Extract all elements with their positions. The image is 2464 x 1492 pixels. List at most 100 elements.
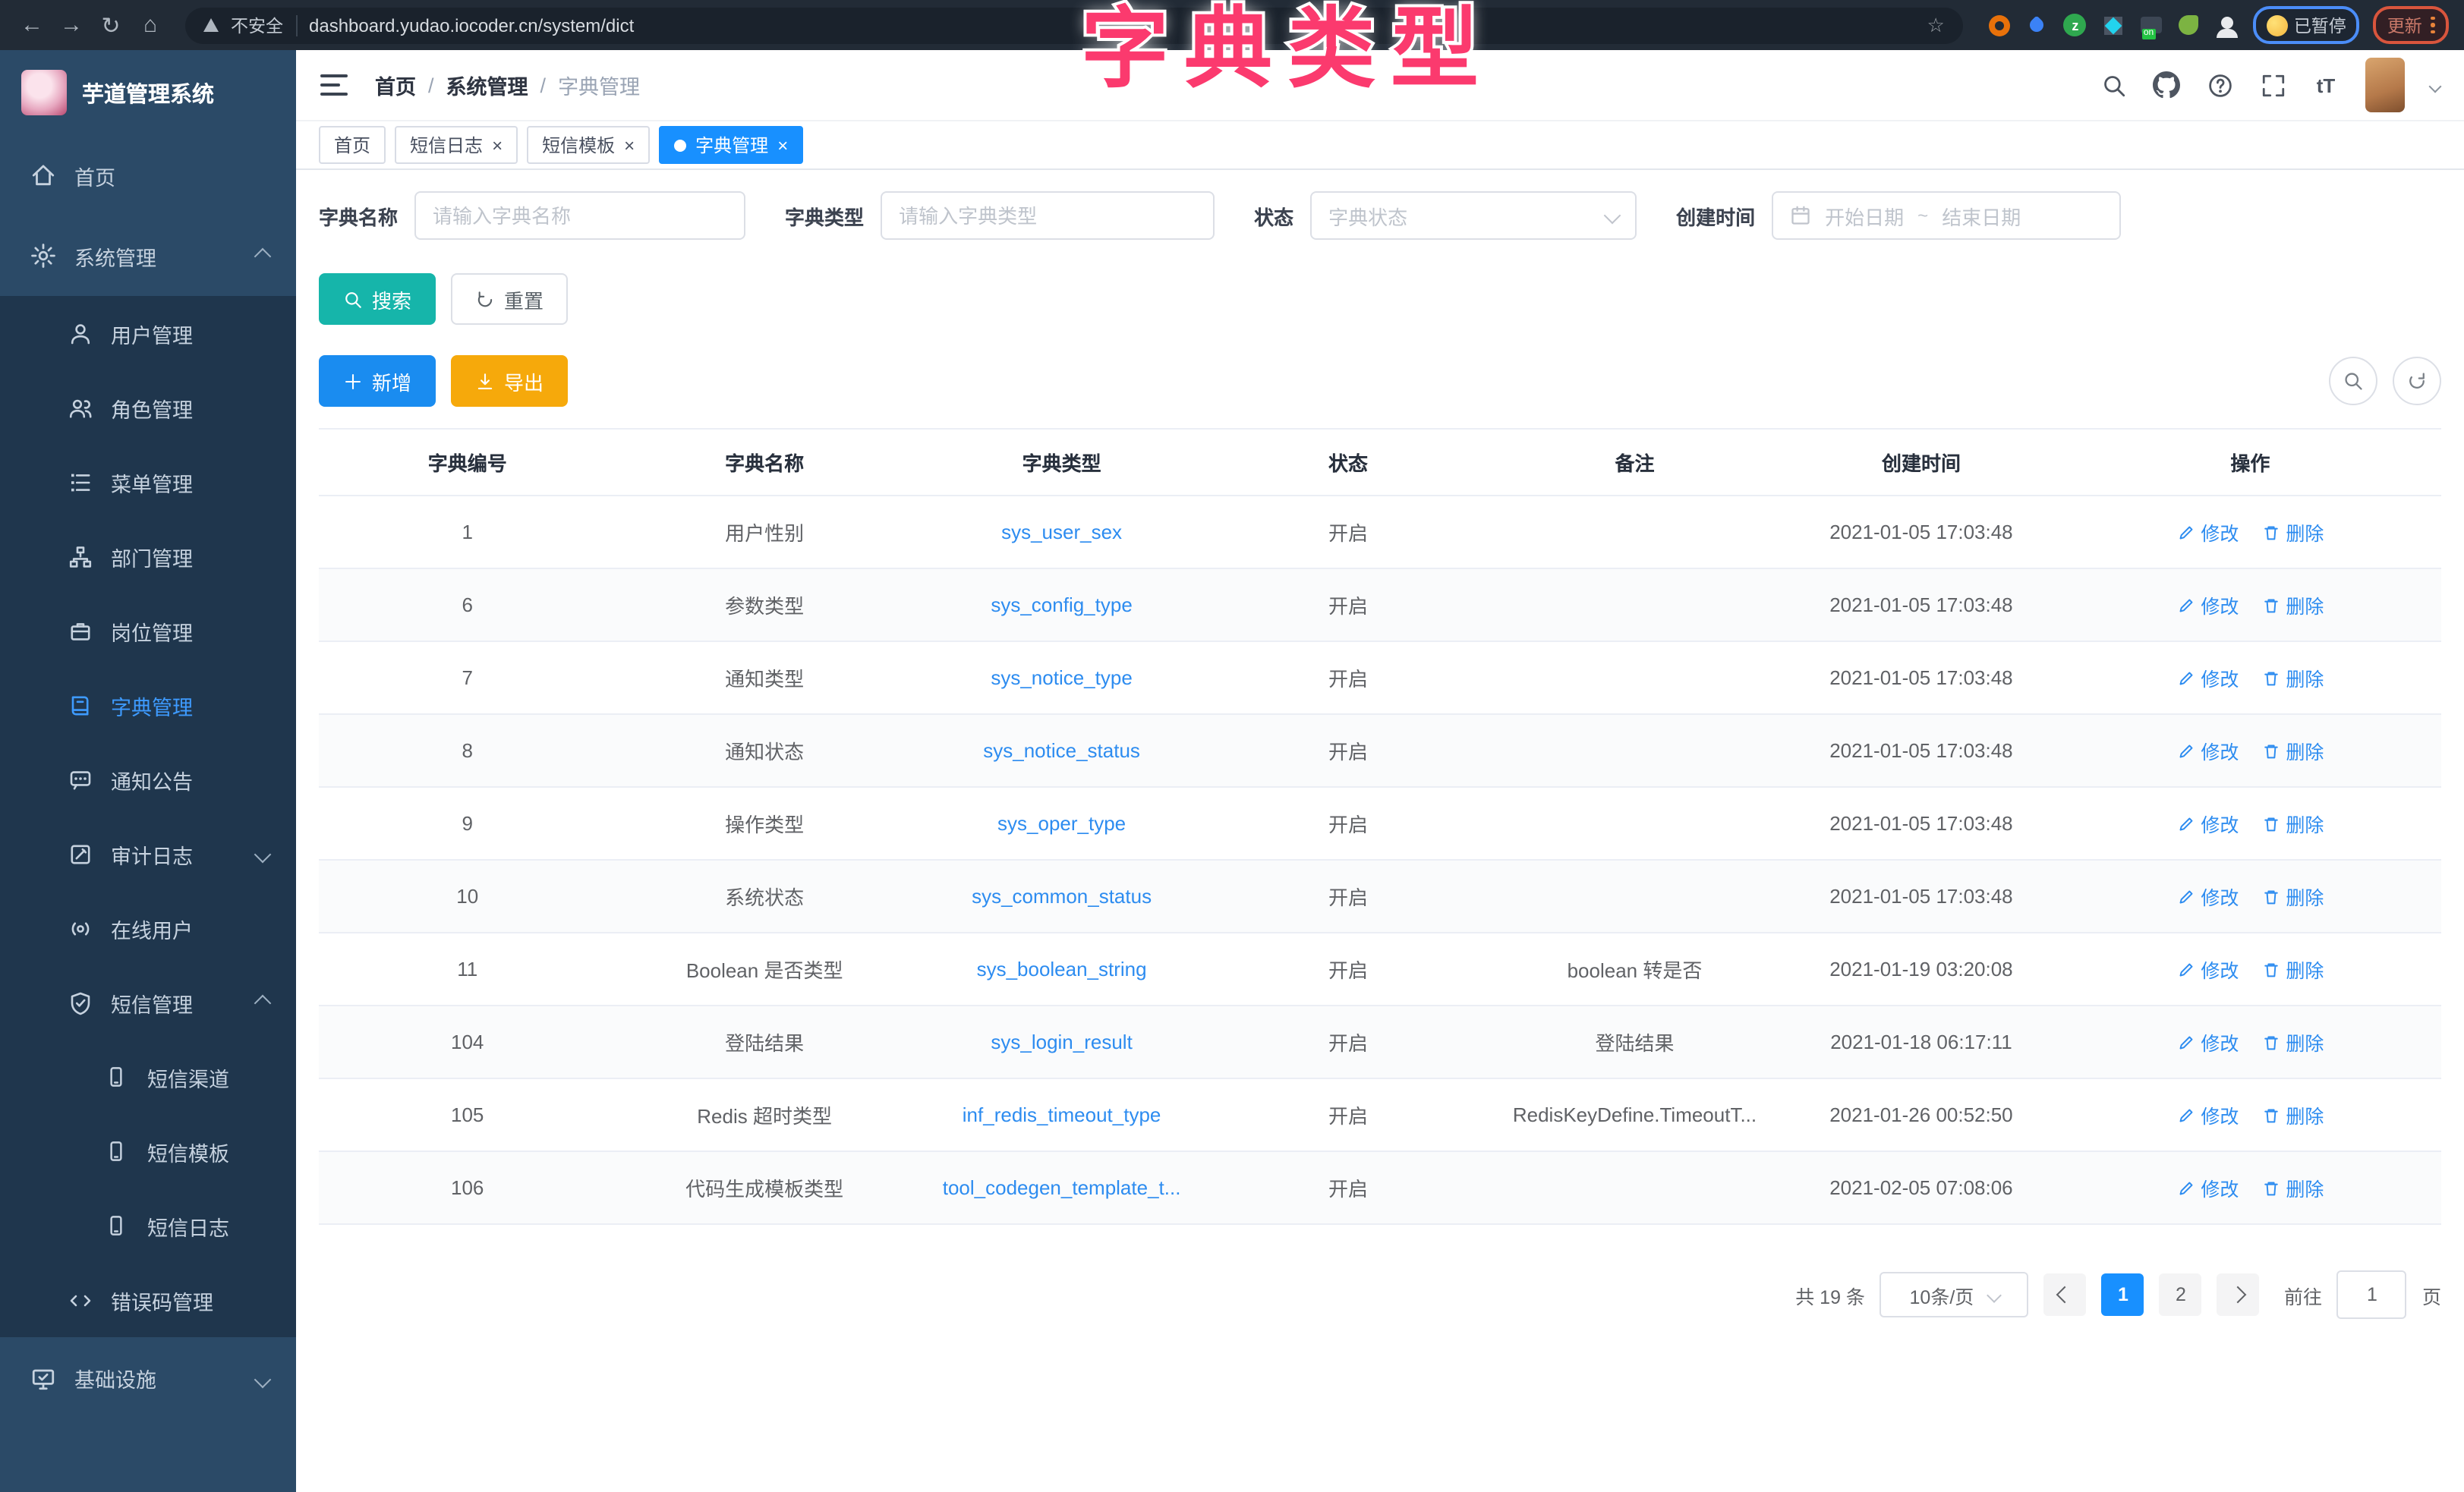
sidebar-item-system[interactable]: 系统管理	[0, 216, 296, 296]
extension-icon-blue-drop[interactable]	[2025, 13, 2050, 37]
edit-link[interactable]: 修改	[2176, 1028, 2239, 1056]
sidebar-item-audit-log[interactable]: 审计日志	[0, 817, 296, 891]
browser-back-button[interactable]: ←	[15, 8, 49, 42]
date-range-picker[interactable]: 开始日期 ~ 结束日期	[1772, 191, 2121, 240]
browser-menu-icon[interactable]	[2431, 16, 2435, 34]
dict-type-link[interactable]: sys_boolean_string	[977, 958, 1147, 981]
dict-type-link[interactable]: sys_notice_status	[983, 739, 1140, 762]
app-logo-row[interactable]: 芋道管理系统	[0, 50, 296, 135]
extension-icon-diamond[interactable]	[2101, 13, 2125, 37]
dict-type-link[interactable]: tool_codegen_template_t...	[943, 1176, 1181, 1199]
dict-type-link[interactable]: sys_notice_type	[991, 666, 1132, 689]
sidebar-item-departments[interactable]: 部门管理	[0, 519, 296, 593]
hide-search-button[interactable]	[2329, 357, 2377, 405]
page-button-1[interactable]: 1	[2102, 1273, 2144, 1316]
sidebar-item-sms-log[interactable]: 短信日志	[0, 1188, 296, 1263]
delete-link[interactable]: 删除	[2261, 518, 2324, 546]
edit-link[interactable]: 修改	[2176, 882, 2239, 911]
dict-type-link[interactable]: sys_user_sex	[1001, 521, 1122, 543]
sidebar-item-online-users[interactable]: 在线用户	[0, 891, 296, 965]
tab-sms-template[interactable]: 短信模板 ×	[527, 126, 650, 164]
delete-link[interactable]: 删除	[2261, 882, 2324, 911]
sidebar-item-sms[interactable]: 短信管理	[0, 965, 296, 1040]
delete-link[interactable]: 删除	[2261, 1028, 2324, 1056]
extension-icon-leaf[interactable]	[2177, 13, 2201, 37]
sidebar-item-menus[interactable]: 菜单管理	[0, 445, 296, 519]
edit-link[interactable]: 修改	[2176, 809, 2239, 838]
edit-link[interactable]: 修改	[2176, 518, 2239, 546]
tab-dict[interactable]: 字典管理 ×	[659, 126, 803, 164]
font-size-icon[interactable]: tT	[2312, 71, 2340, 99]
tab-home[interactable]: 首页	[319, 126, 386, 164]
dict-type-link[interactable]: sys_login_result	[991, 1031, 1132, 1053]
browser-forward-button[interactable]: →	[55, 8, 88, 42]
sidebar-item-error-code[interactable]: 错误码管理	[0, 1263, 296, 1337]
extension-icon-profile[interactable]	[2215, 13, 2239, 37]
trash-icon	[2261, 741, 2280, 760]
browser-profile-paused-badge[interactable]: 已暂停	[2253, 6, 2360, 44]
extension-icon-orange[interactable]	[1987, 13, 2012, 37]
delete-link[interactable]: 删除	[2261, 663, 2324, 692]
delete-link[interactable]: 删除	[2261, 736, 2324, 765]
close-icon[interactable]: ×	[492, 134, 503, 156]
edit-link[interactable]: 修改	[2176, 590, 2239, 619]
edit-link[interactable]: 修改	[2176, 1173, 2239, 1202]
sidebar-item-sms-template[interactable]: 短信模板	[0, 1114, 296, 1188]
page-button-2[interactable]: 2	[2160, 1273, 2202, 1316]
next-page-button[interactable]	[2217, 1273, 2260, 1316]
dict-type-link[interactable]: inf_redis_timeout_type	[963, 1103, 1161, 1126]
reset-button[interactable]: 重置	[451, 273, 568, 325]
delete-link[interactable]: 删除	[2261, 1173, 2324, 1202]
goto-page-input[interactable]	[2337, 1270, 2407, 1319]
app-title: 芋道管理系统	[82, 77, 214, 109]
sidebar-item-users[interactable]: 用户管理	[0, 296, 296, 370]
avatar-caret-icon[interactable]	[2431, 71, 2440, 99]
address-bar[interactable]: 不安全 dashboard.yudao.iocoder.cn/system/di…	[185, 7, 1963, 43]
cell-status: 开启	[1210, 933, 1486, 1006]
dict-type-link[interactable]: sys_common_status	[972, 885, 1152, 908]
export-button[interactable]: 导出	[451, 355, 568, 407]
dict-type-link[interactable]: sys_config_type	[991, 593, 1132, 616]
browser-home-button[interactable]: ⌂	[134, 8, 167, 42]
add-button[interactable]: 新增	[319, 355, 436, 407]
delete-link[interactable]: 删除	[2261, 809, 2324, 838]
delete-link[interactable]: 删除	[2261, 1100, 2324, 1129]
bookmark-star-icon[interactable]: ☆	[1927, 13, 1945, 37]
sidebar-item-sms-channel[interactable]: 短信渠道	[0, 1040, 296, 1114]
dict-type-input[interactable]	[881, 191, 1215, 240]
edit-link[interactable]: 修改	[2176, 736, 2239, 765]
delete-link[interactable]: 删除	[2261, 590, 2324, 619]
search-button[interactable]: 搜索	[319, 273, 436, 325]
dict-type-link[interactable]: sys_oper_type	[997, 812, 1126, 835]
refresh-table-button[interactable]	[2393, 357, 2441, 405]
search-icon[interactable]	[2100, 71, 2127, 99]
breadcrumb-system[interactable]: 系统管理	[446, 70, 528, 100]
browser-update-button[interactable]: 更新	[2374, 6, 2449, 44]
user-avatar[interactable]	[2365, 58, 2405, 112]
delete-link[interactable]: 删除	[2261, 955, 2324, 984]
extension-icon-green[interactable]: z	[2063, 13, 2087, 37]
prev-page-button[interactable]	[2044, 1273, 2087, 1316]
sidebar-item-notices[interactable]: 通知公告	[0, 742, 296, 817]
sidebar-item-dict[interactable]: 字典管理	[0, 668, 296, 742]
browser-reload-button[interactable]: ↻	[94, 8, 128, 42]
edit-link[interactable]: 修改	[2176, 955, 2239, 984]
sidebar-item-infrastructure[interactable]: 基础设施	[0, 1337, 296, 1419]
status-select[interactable]: 字典状态	[1310, 191, 1637, 240]
help-icon[interactable]	[2206, 71, 2233, 99]
sidebar-item-roles[interactable]: 角色管理	[0, 370, 296, 445]
sidebar-item-posts[interactable]: 岗位管理	[0, 593, 296, 668]
page-size-select[interactable]: 10条/页	[1880, 1272, 2029, 1317]
edit-link[interactable]: 修改	[2176, 1100, 2239, 1129]
edit-link[interactable]: 修改	[2176, 663, 2239, 692]
breadcrumb-home[interactable]: 首页	[375, 70, 416, 100]
sidebar-item-home[interactable]: 首页	[0, 135, 296, 216]
close-icon[interactable]: ×	[777, 134, 788, 156]
tab-sms-log[interactable]: 短信日志 ×	[395, 126, 518, 164]
extension-icon-on-badge[interactable]	[2139, 13, 2163, 37]
fullscreen-icon[interactable]	[2259, 71, 2286, 99]
close-icon[interactable]: ×	[624, 134, 635, 156]
github-icon[interactable]	[2153, 71, 2180, 99]
sidebar-toggle-button[interactable]	[320, 74, 348, 96]
dict-name-input[interactable]	[414, 191, 745, 240]
